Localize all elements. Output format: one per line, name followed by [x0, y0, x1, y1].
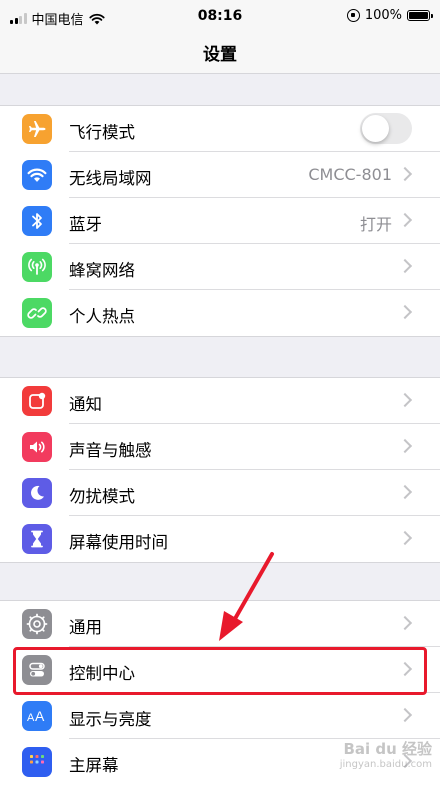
- row-bluetooth[interactable]: 蓝牙 打开: [0, 198, 440, 244]
- chevron-right-icon: [397, 304, 413, 320]
- moon-icon: [22, 478, 52, 508]
- chevron-right-icon: [397, 438, 413, 454]
- gear-icon: [22, 609, 52, 639]
- chevron-right-icon: [397, 212, 413, 228]
- text-size-icon: AA: [22, 701, 52, 731]
- row-label: 蜂窝网络: [69, 261, 135, 280]
- row-label: 勿扰模式: [69, 487, 135, 506]
- wlan-value: CMCC-801: [308, 165, 392, 184]
- row-wlan[interactable]: 无线局域网 CMCC-801: [0, 152, 440, 198]
- svg-text:A: A: [35, 708, 45, 724]
- row-display-brightness[interactable]: AA 显示与亮度: [0, 693, 440, 739]
- row-do-not-disturb[interactable]: 勿扰模式: [0, 470, 440, 516]
- chevron-right-icon: [397, 530, 413, 546]
- row-notifications[interactable]: 通知: [0, 378, 440, 424]
- rotation-lock-icon: [346, 9, 360, 22]
- row-airplane-mode[interactable]: 飞行模式: [0, 106, 440, 152]
- row-label: 无线局域网: [69, 169, 152, 188]
- row-cellular[interactable]: 蜂窝网络: [0, 244, 440, 290]
- cellular-antenna-icon: [22, 252, 52, 282]
- chevron-right-icon: [397, 615, 413, 631]
- chevron-right-icon: [397, 707, 413, 723]
- home-grid-icon: [22, 747, 52, 777]
- page-title: 设置: [203, 45, 237, 65]
- row-label: 通知: [69, 395, 102, 414]
- row-label: 个人热点: [69, 307, 135, 326]
- row-label: 蓝牙: [69, 215, 102, 234]
- notifications-icon: [22, 386, 52, 416]
- navigation-bar: 设置: [0, 34, 440, 74]
- bluetooth-icon: [22, 206, 52, 236]
- status-bar: 中国电信 08:16 100%: [0, 0, 440, 34]
- row-label: 声音与触感: [69, 441, 152, 460]
- watermark-text: Bai du 经验: [343, 740, 432, 758]
- settings-group-connectivity: 飞行模式 无线局域网 CMCC-801 蓝牙 打开 蜂窝网络 个人热点: [0, 105, 440, 337]
- row-screen-time[interactable]: 屏幕使用时间: [0, 516, 440, 562]
- status-right: 100%: [346, 8, 433, 23]
- wifi-icon: [22, 160, 52, 190]
- row-label: 显示与亮度: [69, 710, 152, 729]
- settings-group-notifications: 通知 声音与触感 勿扰模式 屏幕使用时间: [0, 377, 440, 563]
- airplane-mode-toggle[interactable]: [360, 113, 412, 144]
- row-label: 屏幕使用时间: [69, 533, 168, 552]
- row-label: 主屏幕: [69, 756, 119, 775]
- chevron-right-icon: [397, 258, 413, 274]
- battery-percent: 100%: [364, 8, 402, 23]
- control-center-highlight-box: [13, 647, 427, 695]
- row-label: 飞行模式: [69, 123, 135, 142]
- airplane-icon: [22, 114, 52, 144]
- watermark-sub: jingyan.baidu.com: [339, 759, 432, 770]
- row-general[interactable]: 通用: [0, 601, 440, 647]
- row-label: 通用: [69, 618, 102, 637]
- svg-text:A: A: [27, 712, 35, 724]
- row-personal-hotspot[interactable]: 个人热点: [0, 290, 440, 336]
- chevron-right-icon: [397, 392, 413, 408]
- hourglass-icon: [22, 524, 52, 554]
- chevron-right-icon: [397, 484, 413, 500]
- speaker-icon: [22, 432, 52, 462]
- chevron-right-icon: [397, 166, 413, 182]
- watermark: Bai du 经验 jingyan.baidu.com: [340, 741, 432, 773]
- hotspot-chain-icon: [22, 298, 52, 328]
- row-sounds-haptics[interactable]: 声音与触感: [0, 424, 440, 470]
- battery-icon: [407, 10, 433, 21]
- bluetooth-value: 打开: [359, 215, 392, 234]
